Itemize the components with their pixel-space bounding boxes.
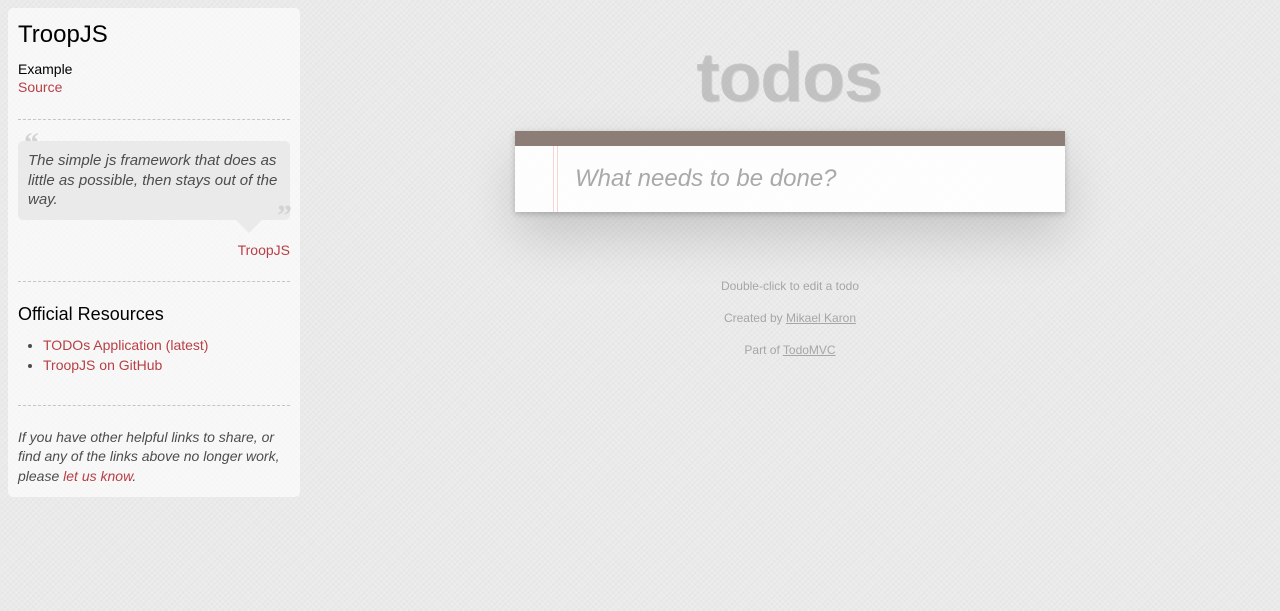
part-of-label: Part of [744, 343, 783, 357]
footnote-text: If you have other helpful links to share… [18, 428, 280, 484]
created-by: Created by Mikael Karon [0, 311, 1280, 326]
app-title: todos [697, 39, 884, 117]
let-us-know-link[interactable]: let us know [63, 468, 132, 484]
created-by-label: Created by [723, 311, 786, 325]
quote: “ The simple js framework that does as l… [18, 127, 292, 232]
app-top-bar [515, 131, 1065, 146]
divider [18, 404, 290, 406]
resource-link-github[interactable]: TroopJS on GitHub [43, 357, 162, 373]
todomvc-link[interactable]: TodoMVC [783, 343, 836, 357]
footnote: If you have other helpful links to share… [18, 428, 290, 487]
edit-hint: Double-click to edit a todo [720, 279, 860, 293]
footnote-suffix: . [132, 467, 137, 484]
part-of: Part of TodoMVC [0, 343, 1280, 358]
author-link[interactable]: Mikael Karon [786, 311, 856, 325]
new-todo-input[interactable] [557, 146, 1057, 212]
quote-text: The simple js framework that does as lit… [18, 141, 290, 232]
todo-app [515, 131, 1065, 212]
close-quote-icon: ” [277, 199, 292, 232]
divider [18, 119, 290, 120]
quote-author-link[interactable]: TroopJS [238, 242, 290, 258]
info-footer: Double-click to edit a todo Created by M… [0, 279, 1280, 358]
